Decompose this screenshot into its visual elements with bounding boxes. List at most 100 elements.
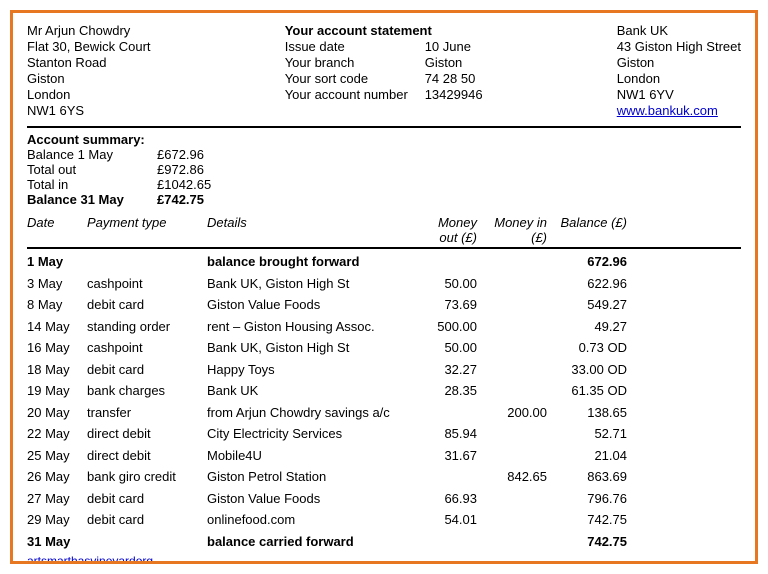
summary-total-in: Total in £1042.65 <box>27 177 741 192</box>
tx-money-in <box>477 317 547 337</box>
tx-details: onlinefood.com <box>207 510 407 530</box>
tx-payment-type: debit card <box>87 360 207 380</box>
table-row: 31 May balance carried forward 742.75 <box>27 531 741 553</box>
tx-money-out: 66.93 <box>407 489 477 509</box>
tx-payment-type: cashpoint <box>87 274 207 294</box>
tx-money-out: 54.01 <box>407 510 477 530</box>
tx-balance: 49.27 <box>547 317 627 337</box>
table-row: 14 May standing order rent – Giston Hous… <box>27 316 741 338</box>
tx-date: 16 May <box>27 338 87 358</box>
customer-address1: Flat 30, Bewick Court <box>27 39 151 54</box>
tx-details: Mobile4U <box>207 446 407 466</box>
customer-address4: London <box>27 87 151 102</box>
balance-1may-value: £672.96 <box>157 147 204 162</box>
tx-date: 27 May <box>27 489 87 509</box>
tx-balance: 796.76 <box>547 489 627 509</box>
tx-date: 31 May <box>27 532 87 552</box>
issue-date-value: 10 June <box>425 39 471 54</box>
branch-value: Giston <box>425 55 463 70</box>
bank-website[interactable]: www.bankuk.com <box>617 103 741 118</box>
tx-money-out: 500.00 <box>407 317 477 337</box>
account-details: Your account statement Issue date 10 Jun… <box>285 23 483 118</box>
tx-money-out: 73.69 <box>407 295 477 315</box>
total-out-value: £972.86 <box>157 162 204 177</box>
col-money-in: Money in(£) <box>477 215 547 245</box>
header-divider <box>27 126 741 128</box>
tx-money-in <box>477 274 547 294</box>
footer-link[interactable]: artsmarthasvineyardorg <box>27 554 741 564</box>
table-row: 8 May debit card Giston Value Foods 73.6… <box>27 294 741 316</box>
summary-balance-31may: Balance 31 May £742.75 <box>27 192 741 207</box>
customer-name: Mr Arjun Chowdry <box>27 23 151 38</box>
tx-balance: 52.71 <box>547 424 627 444</box>
col-balance: Balance (£) <box>547 215 627 245</box>
tx-date: 14 May <box>27 317 87 337</box>
customer-address5: NW1 6YS <box>27 103 151 118</box>
customer-address2: Stanton Road <box>27 55 151 70</box>
tx-money-in <box>477 252 547 272</box>
header-section: Mr Arjun Chowdry Flat 30, Bewick Court S… <box>27 23 741 118</box>
col-date: Date <box>27 215 87 245</box>
total-in-value: £1042.65 <box>157 177 211 192</box>
tx-money-out <box>407 403 477 423</box>
tx-balance: 138.65 <box>547 403 627 423</box>
table-row: 29 May debit card onlinefood.com 54.01 7… <box>27 509 741 531</box>
tx-money-out: 31.67 <box>407 446 477 466</box>
bank-address3: London <box>617 71 741 86</box>
tx-balance: 622.96 <box>547 274 627 294</box>
tx-balance: 742.75 <box>547 510 627 530</box>
table-row: 26 May bank giro credit Giston Petrol St… <box>27 466 741 488</box>
tx-payment-type: standing order <box>87 317 207 337</box>
tx-date: 18 May <box>27 360 87 380</box>
tx-balance: 0.73 OD <box>547 338 627 358</box>
tx-money-out <box>407 532 477 552</box>
tx-date: 19 May <box>27 381 87 401</box>
tx-details: City Electricity Services <box>207 424 407 444</box>
tx-money-out: 28.35 <box>407 381 477 401</box>
tx-date: 26 May <box>27 467 87 487</box>
summary-total-out: Total out £972.86 <box>27 162 741 177</box>
tx-money-in <box>477 360 547 380</box>
bank-name: Bank UK <box>617 23 741 38</box>
account-summary: Account summary: Balance 1 May £672.96 T… <box>27 132 741 207</box>
tx-details: Giston Petrol Station <box>207 467 407 487</box>
tx-details: Giston Value Foods <box>207 489 407 509</box>
tx-balance: 549.27 <box>547 295 627 315</box>
table-row: 3 May cashpoint Bank UK, Giston High St … <box>27 273 741 295</box>
customer-address3: Giston <box>27 71 151 86</box>
table-row: 20 May transfer from Arjun Chowdry savin… <box>27 402 741 424</box>
tx-date: 29 May <box>27 510 87 530</box>
transactions-table: 1 May balance brought forward 672.96 3 M… <box>27 251 741 552</box>
tx-balance: 21.04 <box>547 446 627 466</box>
tx-payment-type: direct debit <box>87 424 207 444</box>
account-number-value: 13429946 <box>425 87 483 102</box>
balance-31may-value: £742.75 <box>157 192 204 207</box>
tx-date: 8 May <box>27 295 87 315</box>
tx-money-in <box>477 295 547 315</box>
statement-title: Your account statement <box>285 23 483 38</box>
tx-payment-type <box>87 252 207 272</box>
tx-date: 25 May <box>27 446 87 466</box>
col-payment-type: Payment type <box>87 215 207 245</box>
tx-details: balance brought forward <box>207 252 407 272</box>
summary-title: Account summary: <box>27 132 145 147</box>
total-out-label: Total out <box>27 162 137 177</box>
col-money-out: Moneyout (£) <box>407 215 477 245</box>
table-header: Date Payment type Details Moneyout (£) M… <box>27 213 741 249</box>
tx-balance: 61.35 OD <box>547 381 627 401</box>
tx-payment-type <box>87 532 207 552</box>
tx-money-out <box>407 467 477 487</box>
tx-money-in <box>477 510 547 530</box>
bank-address1: 43 Giston High Street <box>617 39 741 54</box>
tx-details: rent – Giston Housing Assoc. <box>207 317 407 337</box>
tx-money-in <box>477 381 547 401</box>
tx-details: Bank UK, Giston High St <box>207 338 407 358</box>
tx-money-out <box>407 252 477 272</box>
tx-payment-type: transfer <box>87 403 207 423</box>
tx-money-out: 32.27 <box>407 360 477 380</box>
customer-address: Mr Arjun Chowdry Flat 30, Bewick Court S… <box>27 23 151 118</box>
tx-payment-type: direct debit <box>87 446 207 466</box>
tx-date: 1 May <box>27 252 87 272</box>
tx-date: 3 May <box>27 274 87 294</box>
table-row: 18 May debit card Happy Toys 32.27 33.00… <box>27 359 741 381</box>
